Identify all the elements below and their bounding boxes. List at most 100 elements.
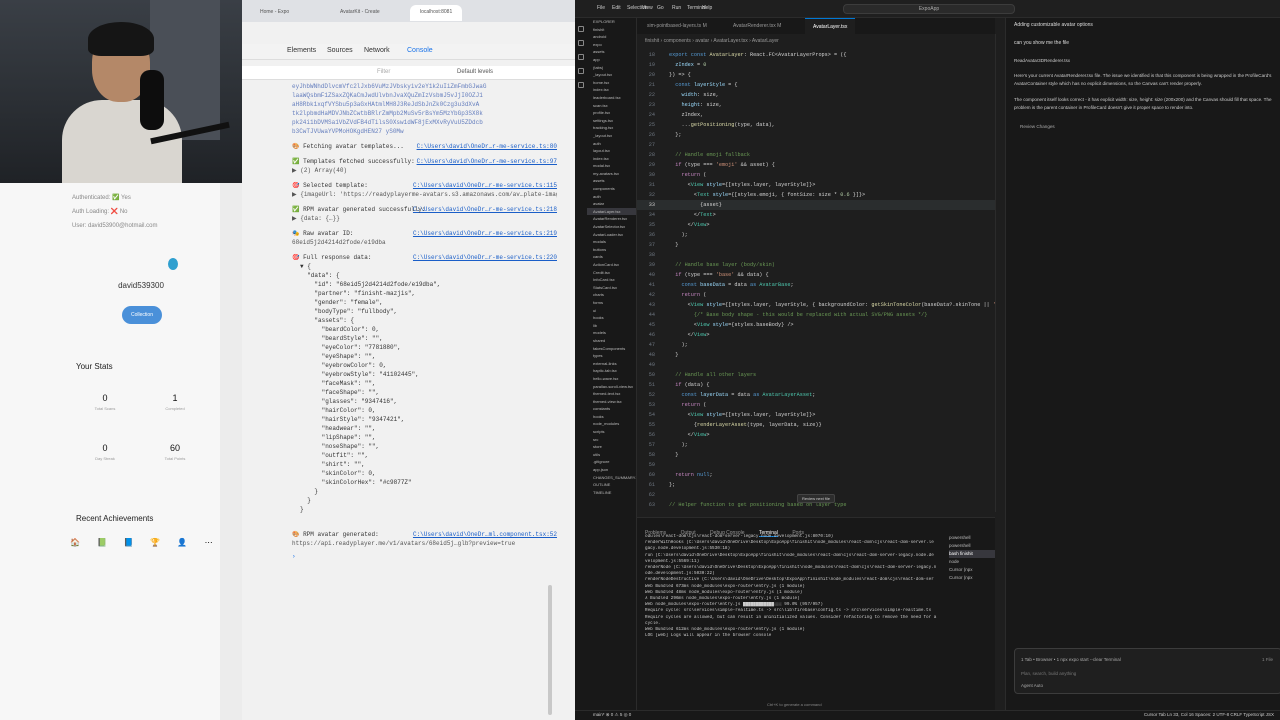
explorer-item[interactable]: shared xyxy=(587,337,636,345)
explorer-item[interactable]: parallax-scroll-view.tsx xyxy=(587,383,636,391)
explorer-item[interactable]: cards xyxy=(587,253,636,261)
tab-sources[interactable]: Sources xyxy=(327,47,353,54)
breadcrumb[interactable]: finishit › components › avatar › AvatarL… xyxy=(645,38,779,44)
explorer-item[interactable]: index.tsx xyxy=(587,86,636,94)
tab-elements[interactable]: Elements xyxy=(287,47,316,54)
explorer-item[interactable]: expo xyxy=(587,41,636,49)
explorer-item[interactable]: hooks xyxy=(587,413,636,421)
menu-item[interactable]: Edit xyxy=(612,5,621,11)
explorer-item[interactable]: external-links xyxy=(587,360,636,368)
book-blue-icon[interactable]: 📘 xyxy=(124,538,134,548)
explorer-item[interactable]: AvatarLayer.tsx xyxy=(587,207,636,216)
source-control-icon[interactable] xyxy=(578,54,584,60)
terminal-instance[interactable]: powershell xyxy=(949,542,995,550)
explorer-item[interactable]: assets xyxy=(587,177,636,185)
trophy-icon[interactable]: 🏆 xyxy=(150,538,160,548)
explorer-item[interactable]: buttons xyxy=(587,246,636,254)
explorer-item[interactable]: android xyxy=(587,33,636,41)
explorer-item[interactable]: types xyxy=(587,352,636,360)
explorer-item[interactable]: store xyxy=(587,443,636,451)
explorer-item[interactable]: home.tsx xyxy=(587,79,636,87)
explorer-item[interactable]: (tabs) xyxy=(587,64,636,72)
explorer-item[interactable]: index.tsx xyxy=(587,155,636,163)
explorer-item[interactable]: forms xyxy=(587,299,636,307)
chat-file-reference[interactable]: ReadAvatar3DRenderer.tsx xyxy=(1014,58,1070,63)
explorer-item[interactable]: StatsCard.tsx xyxy=(587,284,636,292)
explorer-item[interactable]: _layout.tsx xyxy=(587,71,636,79)
menu-item[interactable]: View xyxy=(642,5,653,11)
minimap[interactable] xyxy=(995,34,1005,512)
explorer-item[interactable]: lib xyxy=(587,322,636,330)
explorer-item[interactable]: ui xyxy=(587,307,636,315)
debug-icon[interactable] xyxy=(578,68,584,74)
explorer-item[interactable]: modal.tsx xyxy=(587,162,636,170)
console-source-link[interactable]: C:\Users\david\OneDr…r-me-service.ts:219 xyxy=(413,229,557,238)
explorer-item[interactable]: hooks xyxy=(587,314,636,322)
explorer-item[interactable]: avatar xyxy=(587,200,636,208)
terminal-instance[interactable]: Cursor (npx xyxy=(949,574,995,582)
editor-tab[interactable]: sim-pointbased-layers.ts M xyxy=(639,18,715,34)
explorer-item[interactable]: leaderboard.tsx xyxy=(587,94,636,102)
console-source-link[interactable]: C:\Users\david\OneDr…r-me-service.ts:97 xyxy=(417,157,557,166)
browser-tab-active[interactable]: localhost:8081 xyxy=(410,5,463,21)
status-right[interactable]: Cursor Tab Ln 33, Col 16 Spaces: 2 UTF-8… xyxy=(1144,712,1274,717)
search-icon[interactable] xyxy=(578,40,584,46)
tab-network[interactable]: Network xyxy=(364,47,390,54)
console-source-link[interactable]: C:\Users\david\OneDr…r-me-service.ts:220 xyxy=(413,253,557,262)
console-prompt[interactable]: › xyxy=(292,552,557,561)
explorer-item[interactable]: themed-text.tsx xyxy=(587,390,636,398)
console-scrollbar[interactable] xyxy=(548,585,552,715)
explorer-item[interactable]: finishit xyxy=(587,26,636,34)
more-icon[interactable]: ⋯ xyxy=(204,538,214,548)
explorer-item[interactable]: auth xyxy=(587,193,636,201)
explorer-item[interactable]: constants xyxy=(587,405,636,413)
explorer-item[interactable]: modals xyxy=(587,238,636,246)
chat-input-placeholder[interactable]: Plan, search, build anything xyxy=(1021,671,1076,676)
browser-tab[interactable]: Home - Expo xyxy=(250,5,299,21)
menu-item[interactable]: File xyxy=(597,5,605,11)
terminal-instance[interactable]: node xyxy=(949,558,995,566)
model-selector[interactable]: Agent Auto xyxy=(1021,683,1043,688)
review-next-file-button[interactable]: Review next file xyxy=(797,494,835,503)
avatar[interactable] xyxy=(168,258,178,270)
explorer-item[interactable]: tracking.tsx xyxy=(587,124,636,132)
explorer-item[interactable]: profile.tsx xyxy=(587,109,636,117)
console-argument[interactable]: ▶ (2) Array(40) xyxy=(292,166,557,175)
user-icon[interactable]: 👤 xyxy=(177,538,187,548)
console-argument[interactable]: 68eid5j2d4214d2fode/e19dba xyxy=(292,238,557,247)
explorer-item[interactable]: CHANGES_SUMMARY.md xyxy=(587,474,636,482)
explorer-item[interactable]: InfoCard.tsx xyxy=(587,276,636,284)
explorer-item[interactable]: scripts xyxy=(587,428,636,436)
menu-item[interactable]: Run xyxy=(672,5,681,11)
menu-item[interactable]: Go xyxy=(657,5,664,11)
book-green-icon[interactable]: 📗 xyxy=(97,538,107,548)
explorer-item[interactable]: app xyxy=(587,56,636,64)
explorer-icon[interactable] xyxy=(578,26,584,32)
explorer-item[interactable]: assets xyxy=(587,48,636,56)
explorer-item[interactable]: scan.tsx xyxy=(587,102,636,110)
explorer-item[interactable]: charts xyxy=(587,291,636,299)
explorer-item[interactable]: app.json xyxy=(587,466,636,474)
explorer-item[interactable]: .gitignore xyxy=(587,458,636,466)
command-search[interactable]: ExpoApp xyxy=(843,4,1015,14)
explorer-item[interactable]: my-avatars.tsx xyxy=(587,170,636,178)
browser-tab[interactable]: AvatarKit - Create xyxy=(330,5,390,21)
editor-tab[interactable]: AvatarRenderer.tsx M xyxy=(725,18,789,34)
explorer-item[interactable]: Credit.tsx xyxy=(587,269,636,277)
explorer-item[interactable]: auth xyxy=(587,140,636,148)
chat-input-box[interactable]: 1 Tab • Browser • 1 npx expo start --cle… xyxy=(1014,648,1280,694)
filter-input[interactable]: Filter xyxy=(377,69,390,75)
chat-context-chips[interactable]: 1 Tab • Browser • 1 npx expo start --cle… xyxy=(1021,657,1121,662)
explorer-item[interactable]: fakesComponents xyxy=(587,345,636,353)
tab-console[interactable]: Console xyxy=(407,47,433,54)
explorer-item[interactable]: OUTLINE xyxy=(587,481,636,489)
explorer-item[interactable]: _layout.tsx xyxy=(587,132,636,140)
terminal-instance[interactable]: Cursor (npx xyxy=(949,566,995,574)
console-source-link[interactable]: C:\Users\david\OneDr…r-me-service.ts:115 xyxy=(413,181,557,190)
explorer-item[interactable]: layout.tsx xyxy=(587,147,636,155)
console-argument[interactable]: https://api.readyplayer.me/v1/avatars/68… xyxy=(292,539,557,548)
json-object[interactable]: ▼ { "data": { "id": "68eid5j2d4214d2fode… xyxy=(292,262,557,514)
extensions-icon[interactable] xyxy=(578,82,584,88)
terminal-instance[interactable]: bash finishit xyxy=(949,550,995,558)
explorer-item[interactable]: AvatarRenderer.tsx xyxy=(587,215,636,223)
